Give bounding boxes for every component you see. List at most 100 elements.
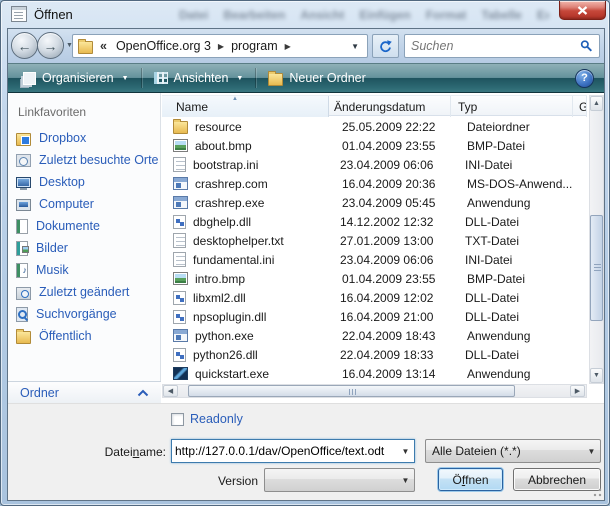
table-row[interactable]: about.bmp 01.04.2009 23:55 BMP-Datei: [162, 136, 587, 155]
file-modified: 27.01.2009 13:00: [335, 234, 457, 248]
table-row[interactable]: python.exe 22.04.2009 18:43 Anwendung: [162, 326, 587, 345]
command-toolbar: Organisieren ▼ Ansichten ▼ Neuer Ordner …: [8, 63, 604, 93]
file-type: DLL-Datei: [457, 310, 579, 324]
bg-menu-item: Ansicht: [300, 8, 344, 22]
open-button[interactable]: Öffnen: [438, 468, 503, 491]
new-folder-button[interactable]: Neuer Ordner: [259, 66, 374, 90]
version-label: Version: [158, 474, 258, 488]
file-type: INI-Datei: [457, 253, 579, 267]
sidebar-item-label: Öffentlich: [39, 329, 92, 343]
bg-menu-item: Format: [426, 8, 467, 22]
refresh-icon: [378, 39, 393, 54]
recently-changed-icon: [16, 287, 31, 300]
sidebar-item-computer[interactable]: Computer: [8, 193, 160, 215]
sidebar-item-dropbox[interactable]: Dropbox: [8, 127, 160, 149]
file-modified: 25.05.2009 22:22: [337, 120, 459, 134]
address-dropdown-icon[interactable]: ▼: [343, 42, 367, 51]
table-row[interactable]: dbghelp.dll 14.12.2002 12:32 DLL-Datei: [162, 212, 587, 231]
organize-button[interactable]: Organisieren ▼: [8, 66, 138, 90]
table-row[interactable]: bootstrap.ini 23.04.2009 06:06 INI-Datei: [162, 155, 587, 174]
filename-input[interactable]: [172, 444, 397, 458]
sidebar-item-label: Musik: [36, 263, 69, 277]
table-row[interactable]: desktophelper.txt 27.01.2009 13:00 TXT-D…: [162, 231, 587, 250]
column-header-name[interactable]: Name: [162, 96, 329, 117]
filename-dropdown-icon[interactable]: ▼: [397, 440, 414, 462]
column-header-modified[interactable]: Änderungsdatum: [329, 96, 451, 117]
scroll-right-icon[interactable]: ▶: [570, 385, 585, 397]
filetype-dropdown-icon[interactable]: ▼: [583, 440, 600, 462]
file-name: crashrep.com: [195, 177, 337, 191]
file-name: fundamental.ini: [193, 253, 335, 267]
help-button[interactable]: ?: [575, 69, 594, 88]
close-button[interactable]: [559, 1, 606, 20]
breadcrumb-overflow-chevron[interactable]: «: [100, 39, 107, 53]
app-icon: [173, 329, 188, 342]
column-header-type[interactable]: Typ: [451, 96, 573, 117]
folders-expander[interactable]: Ordner: [8, 381, 161, 403]
scroll-up-icon[interactable]: ▲: [590, 96, 603, 111]
table-row[interactable]: quickstart.exe 16.04.2009 13:14 Anwendun…: [162, 364, 587, 383]
table-row[interactable]: resource 25.05.2009 22:22 Dateiordner: [162, 117, 587, 136]
search-input[interactable]: [405, 39, 580, 53]
scroll-down-icon[interactable]: ▼: [590, 368, 603, 383]
filetype-combobox[interactable]: Alle Dateien (*.*) ▼: [425, 439, 601, 463]
sidebar-item-pictures[interactable]: Bilder: [8, 237, 160, 259]
column-header-size[interactable]: G: [573, 96, 587, 117]
sidebar-item-documents[interactable]: Dokumente: [8, 215, 160, 237]
filename-label-post: ame:: [139, 445, 166, 459]
breadcrumb-item[interactable]: OpenOffice.org 3: [111, 39, 216, 53]
file-type: BMP-Datei: [459, 139, 581, 153]
sidebar-item-label: Dropbox: [39, 131, 86, 145]
search-icon[interactable]: [580, 39, 593, 53]
refresh-button[interactable]: [372, 34, 399, 58]
views-button[interactable]: Ansichten ▼: [145, 66, 253, 90]
breadcrumb-item[interactable]: program: [226, 39, 283, 53]
table-row[interactable]: crashrep.com 16.04.2009 20:36 MS-DOS-Anw…: [162, 174, 587, 193]
table-row[interactable]: intro.bmp 01.04.2009 23:55 BMP-Datei: [162, 269, 587, 288]
sidebar-item-public[interactable]: Öffentlich: [8, 325, 160, 347]
table-row[interactable]: fundamental.ini 23.04.2009 06:06 INI-Dat…: [162, 250, 587, 269]
documents-icon: [16, 219, 28, 234]
app-icon: [173, 177, 188, 190]
table-row[interactable]: crashrep.exe 23.04.2009 05:45 Anwendung: [162, 193, 587, 212]
address-bar: ← → ▼ « OpenOffice.org 3 ▶ program ▶ ▼: [8, 29, 604, 63]
readonly-checkbox[interactable]: [171, 413, 184, 426]
breadcrumb[interactable]: « OpenOffice.org 3 ▶ program ▶ ▼: [72, 34, 368, 58]
dll-file-icon: [173, 215, 186, 229]
favorites-sidebar: Linkfavoriten Dropbox Zuletzt besuchte O…: [8, 93, 161, 403]
readonly-label[interactable]: Readonly: [190, 412, 243, 426]
forward-button[interactable]: →: [37, 32, 64, 59]
scroll-left-icon[interactable]: ◀: [163, 385, 178, 397]
dropbox-folder-icon: [16, 133, 31, 146]
breadcrumb-separator-icon: ▶: [283, 42, 293, 51]
organize-layers-icon: [23, 72, 36, 85]
filename-label: Dateiname:: [48, 445, 166, 459]
back-button[interactable]: ←: [11, 32, 38, 59]
close-icon: [577, 6, 588, 15]
horizontal-scrollbar-thumb[interactable]: [188, 385, 515, 397]
cancel-button[interactable]: Abbrechen: [513, 468, 601, 491]
searches-icon: [16, 307, 28, 322]
vertical-scrollbar[interactable]: ▲ ▼: [589, 95, 604, 384]
sidebar-item-recent-places[interactable]: Zuletzt besuchte Orte: [8, 149, 160, 171]
forward-arrow-icon: →: [44, 39, 58, 53]
document-icon: [11, 6, 27, 22]
sidebar-item-recently-changed[interactable]: Zuletzt geändert: [8, 281, 160, 303]
version-combobox[interactable]: ▼: [264, 468, 415, 492]
table-row[interactable]: libxml2.dll 16.04.2009 12:02 DLL-Datei: [162, 288, 587, 307]
table-row[interactable]: npsoplugin.dll 16.04.2009 21:00 DLL-Date…: [162, 307, 587, 326]
file-modified: 22.04.2009 18:33: [335, 348, 457, 362]
file-name: desktophelper.txt: [193, 234, 335, 248]
version-dropdown-icon[interactable]: ▼: [397, 469, 414, 491]
table-row[interactable]: python26.dll 22.04.2009 18:33 DLL-Datei: [162, 345, 587, 364]
file-name: crashrep.exe: [195, 196, 337, 210]
sidebar-item-music[interactable]: Musik: [8, 259, 160, 281]
vertical-scrollbar-thumb[interactable]: [590, 215, 603, 321]
sidebar-item-desktop[interactable]: Desktop: [8, 171, 160, 193]
sidebar-item-searches[interactable]: Suchvorgänge: [8, 303, 160, 325]
dll-file-icon: [173, 310, 186, 324]
resize-grip[interactable]: [592, 488, 602, 498]
file-modified: 16.04.2009 20:36: [337, 177, 459, 191]
horizontal-scrollbar[interactable]: ◀ ▶: [162, 384, 587, 398]
sidebar-item-label: Zuletzt geändert: [39, 285, 129, 299]
